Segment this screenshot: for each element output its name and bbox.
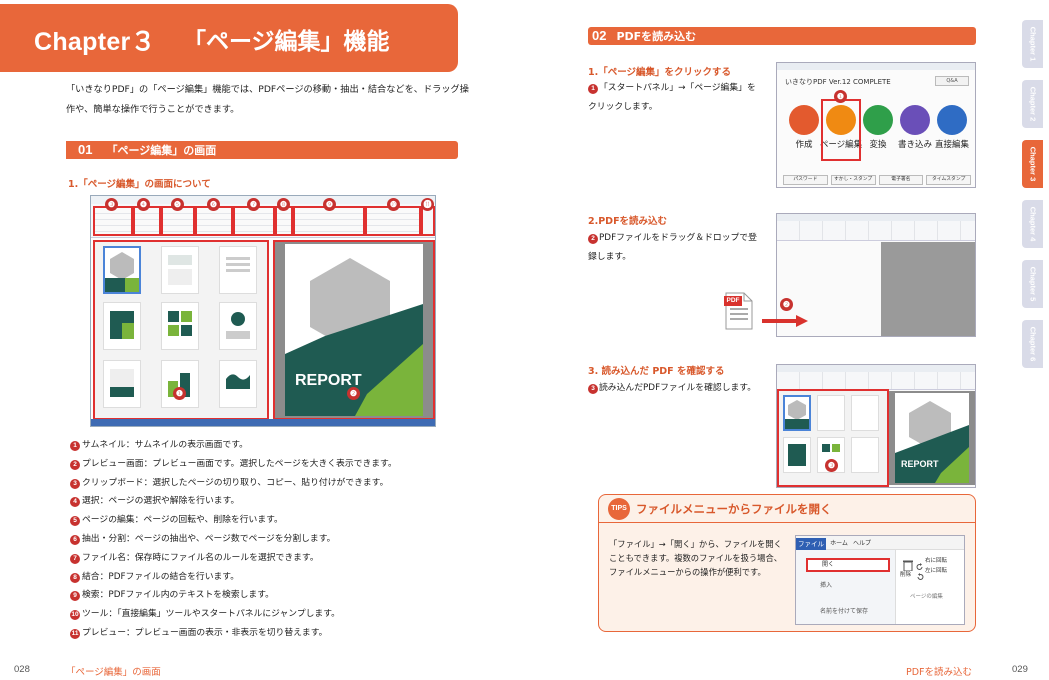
timestamp-button[interactable]: タイムスタンプ (926, 175, 971, 185)
callout-3: ❸ (105, 198, 118, 211)
legend-item-11: 11 プレビュー：プレビュー画面の表示・非表示を切り替えます。 (70, 627, 328, 639)
tips-title: ファイルメニューからファイルを開く (636, 502, 832, 516)
subhead: 1.「ページ編集」の画面について (68, 179, 211, 190)
rotate-right-label: 右に回転 (925, 558, 948, 564)
legend-item-6: 6 抽出・分割：ページの抽出や、ページ数でページを分割します。 (70, 530, 460, 549)
running-title-left: 「ページ編集」の画面 (66, 667, 161, 678)
chapter-tab-2[interactable]: Chapter 2 (1022, 80, 1043, 128)
drag-arrow (762, 312, 808, 327)
tips-box: TIPS ファイルメニューからファイルを開く 「ファイル」→「開く」から、ファイ… (598, 494, 976, 632)
legend-item-8: 8 結合：PDFファイルの結合を行います。 (70, 568, 460, 587)
callout-step3: ❸ (825, 459, 838, 472)
page-edit-screenshot: REPORT ❶ ❷ ❸ ❹ ❺ ❻ ❼ ❽ ❾ ❿ ⓫ (90, 195, 436, 427)
callout-start-1: ❶ (834, 90, 847, 103)
chapter-title: 「ページ編集」機能 (183, 29, 390, 55)
legend-item-4: 4 選択：ページの選択や解除を行います。 (70, 492, 460, 511)
write-icon[interactable] (900, 105, 930, 135)
step3-text: 3 読み込んだPDFファイルを確認します。 (588, 379, 760, 398)
callout-2: ❷ (347, 387, 360, 400)
convert-label: 変換 (869, 140, 887, 150)
callout-10: ❿ (387, 198, 400, 211)
callout-4: ❹ (137, 198, 150, 211)
file-menu-screenshot: ファイル ホーム ヘルプ 開く 挿入 名前を付けて保存 削除 右に回転 左に回転… (795, 535, 965, 625)
pdf-file-icon: PDF (724, 292, 754, 330)
callout-7: ❼ (247, 198, 260, 211)
cover-report-text-2: REPORT (901, 459, 939, 469)
create-label: 作成 (795, 140, 813, 150)
chapter-tab-3[interactable]: Chapter 3 (1022, 140, 1043, 188)
rotate-left-icon (916, 566, 924, 580)
intro-text: 「いきなりPDF」の「ページ編集」機能では、PDFページの移動・抽出・結合などを… (66, 84, 469, 115)
legend-item-9: 9 検索：PDFファイル内のテキストを検索します。 (70, 586, 460, 605)
chapter-banner: Chapter３ 「ページ編集」機能 (0, 4, 458, 72)
trash-icon (902, 556, 914, 572)
callout-1: ❶ (173, 387, 186, 400)
section-header-02: 02 PDFを読み込む (588, 27, 976, 45)
legend-list: 1 サムネイル：サムネイルの表示画面です。 2 プレビュー画面：プレビュー画面です。… (70, 436, 460, 643)
tips-badge: TIPS (608, 498, 630, 520)
chapter-number: Chapter３ (34, 28, 156, 56)
create-icon[interactable] (789, 105, 819, 135)
callout-6: ❻ (207, 198, 220, 211)
menu-item-open[interactable]: 開く (806, 558, 890, 572)
page-number-left: 028 (14, 664, 30, 675)
callout-5: ❺ (171, 198, 184, 211)
rotate-left-label: 左に回転 (925, 568, 948, 574)
chapter-tab-1[interactable]: Chapter 1 (1022, 20, 1043, 68)
step3-title: 3. 読み込んだ PDF を確認する (588, 366, 725, 377)
chapter-tab-6[interactable]: Chapter 6 (1022, 320, 1043, 368)
direct-edit-label: 直接編集 (934, 140, 969, 150)
status-bar (91, 419, 435, 426)
step1-title: 1.「ページ編集」をクリックする (588, 67, 732, 78)
pdf-badge: PDF (724, 296, 742, 306)
menu-tab-help[interactable]: ヘルプ (850, 538, 874, 550)
direct-edit-icon[interactable] (937, 105, 967, 135)
callout-9: ❾ (323, 198, 336, 211)
start-panel-header: いきなりPDF Ver.12 COMPLETE (785, 78, 891, 86)
watermark-button[interactable]: すかし・スタンプ (830, 175, 876, 185)
running-title-right: PDFを読み込む (906, 667, 973, 678)
legend-item-2: 2 プレビュー画面：プレビュー画面です。選択したページを大きく表示できます。 (70, 455, 460, 474)
callout-11: ⓫ (421, 198, 434, 211)
section-number: 01 (78, 142, 93, 157)
rotate-right-icon (916, 556, 924, 570)
callout-8: ❽ (277, 198, 290, 211)
legend-item-3: 3 クリップボード：選択したページの切り取り、コピー、貼り付けができます。 (70, 474, 460, 493)
step1-text: 1 「スタートパネル」→「ページ編集」をクリックします。 (588, 83, 756, 112)
qa-button[interactable]: Q&A (935, 76, 969, 86)
chapter-tab-4[interactable]: Chapter 4 (1022, 200, 1043, 248)
menu-tab-file[interactable]: ファイル (796, 538, 826, 550)
section-header-01: 01 「ページ編集」の画面 (66, 141, 458, 159)
section-title: PDFを読み込む (616, 30, 697, 43)
legend-item-1: 1 サムネイル：サムネイルの表示画面です。 (70, 436, 460, 455)
menu-item-insert[interactable]: 挿入 (820, 580, 832, 589)
signature-button[interactable]: 電子署名 (878, 175, 924, 185)
callout-step2: ❷ (780, 298, 793, 311)
password-button[interactable]: パスワード (783, 175, 828, 185)
step2-title: 2.PDFを読み込む (588, 216, 668, 227)
legend-item-7: 7 ファイル名：保存時にファイル名のルールを選択できます。 (70, 549, 460, 568)
page-edit-group-label: ページの編集 (910, 594, 943, 600)
section-title: 「ページ編集」の画面 (106, 144, 217, 157)
menu-item-save-as[interactable]: 名前を付けて保存 (820, 606, 868, 615)
section-number: 02 (592, 28, 607, 43)
legend-item-10: 10 ツール：「直接編集」ツールやスタートパネルにジャンプします。 (70, 609, 340, 621)
convert-icon[interactable] (863, 105, 893, 135)
page-edit-loaded-window: REPORT ❸ (776, 364, 976, 488)
chapter-tab-5[interactable]: Chapter 5 (1022, 260, 1043, 308)
step2-text: 2 PDFファイルをドラッグ＆ドロップで登録します。 (588, 233, 757, 262)
delete-label: 削除 (900, 572, 912, 578)
menu-tab-home[interactable]: ホーム (828, 538, 850, 550)
write-label: 書き込み (897, 140, 932, 150)
start-panel-window: いきなりPDF Ver.12 COMPLETE Q&A 作成 ページ編集 変換 … (776, 62, 976, 188)
legend-item-5: 5 ページの編集：ページの回転や、削除を行います。 (70, 511, 460, 530)
tips-body: 「ファイル」→「開く」から、ファイルを開くこともできます。複数のファイルを扱う場… (609, 539, 783, 577)
page-number-right: 029 (1012, 664, 1028, 675)
